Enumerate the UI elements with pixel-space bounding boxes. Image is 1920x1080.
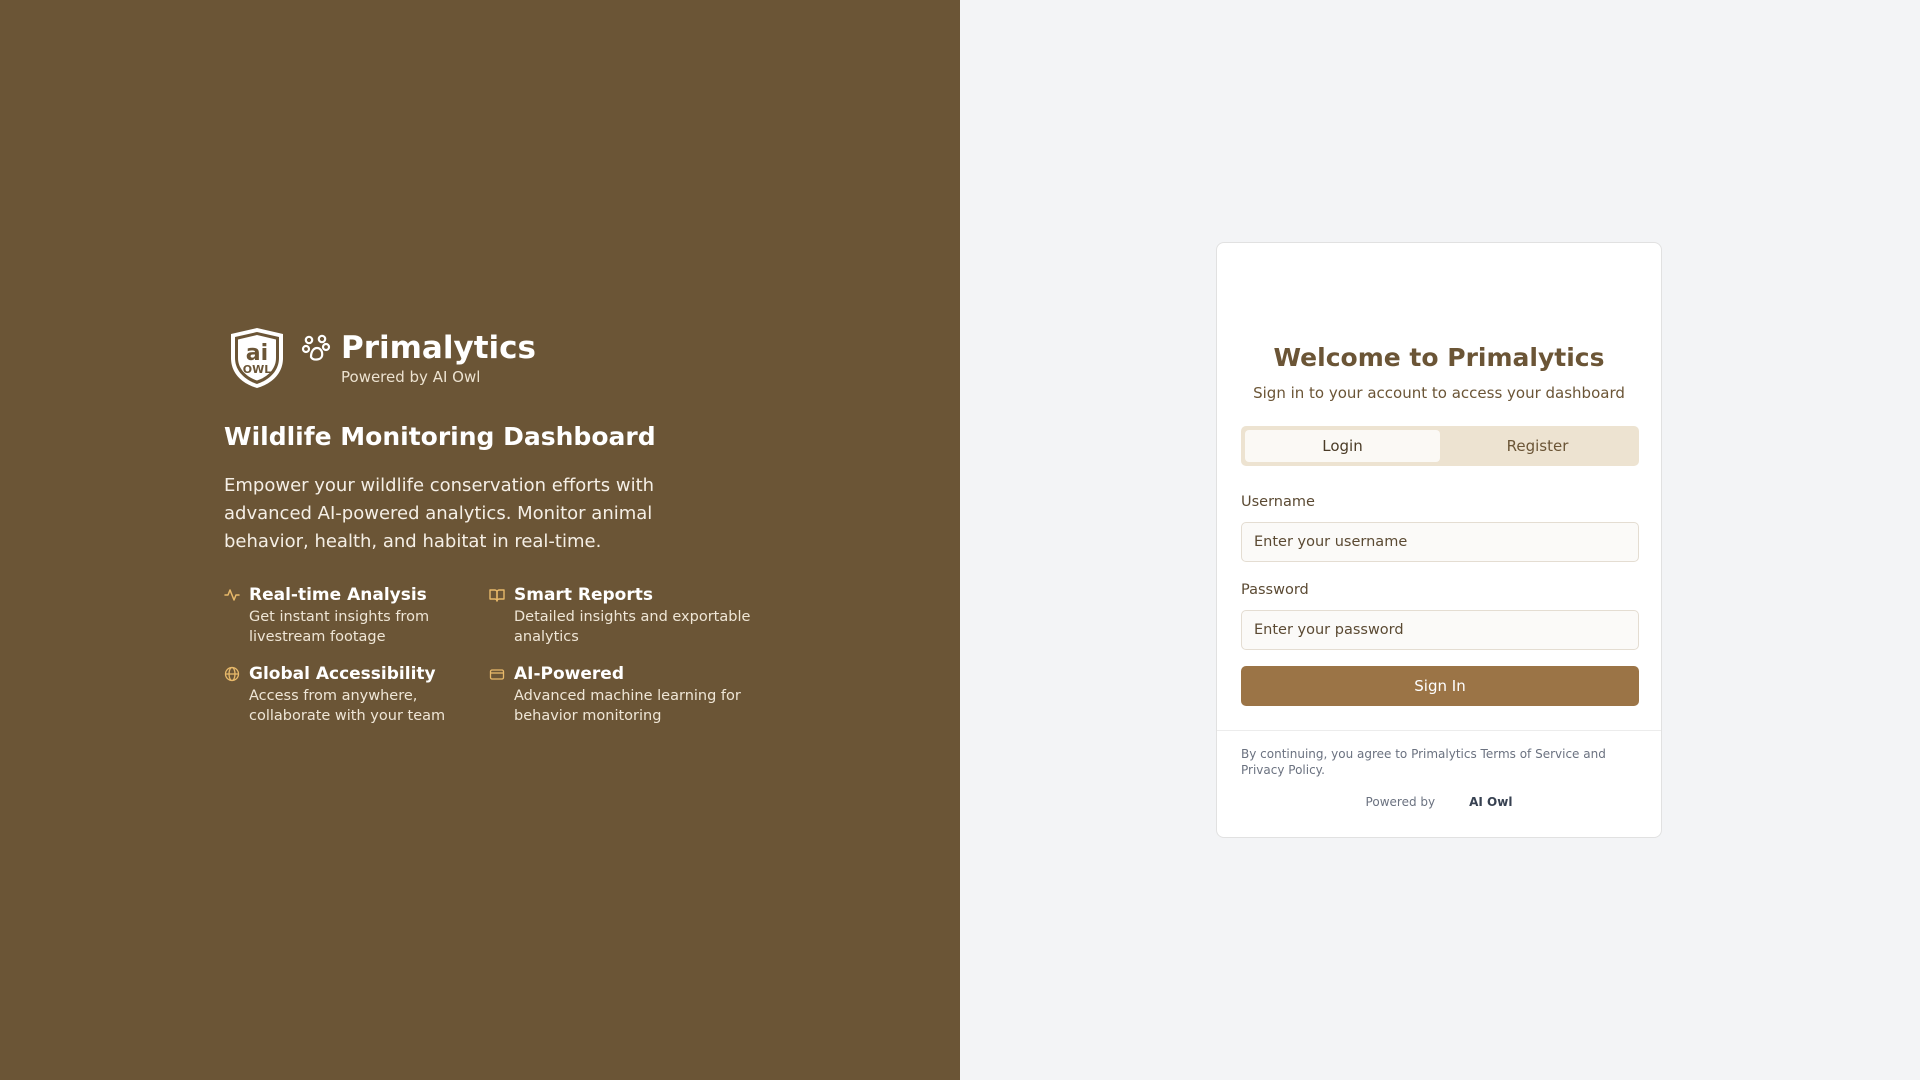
login-panel: Welcome to Primalytics Sign in to your a…	[960, 0, 1920, 1080]
feature-title: Real-time Analysis	[249, 585, 427, 605]
feature-item: Global Accessibility Access from anywher…	[224, 663, 489, 726]
feature-title: Global Accessibility	[249, 664, 436, 684]
card-icon	[489, 669, 505, 680]
feature-description: Detailed insights and exportable analyti…	[514, 609, 751, 645]
feature-item: Real-time Analysis Get instant insights …	[224, 584, 489, 647]
svg-text:OWL: OWL	[243, 363, 272, 376]
brand-header: ai OWL Primalytics Powered by AI Owl	[224, 326, 764, 390]
hero-headline: Wildlife Monitoring Dashboard	[224, 422, 656, 451]
ai-owl-shield-logo: ai OWL	[231, 328, 283, 388]
brand-title-row: Primalytics	[301, 330, 536, 366]
feature-item: Smart Reports Detailed insights and expo…	[489, 584, 754, 647]
username-input[interactable]	[1241, 522, 1639, 562]
auth-tabs: Login Register	[1241, 426, 1639, 466]
password-label: Password	[1241, 582, 1309, 598]
powered-by-brand[interactable]: AI Owl	[1469, 795, 1512, 809]
book-open-icon	[489, 589, 505, 602]
login-card: Welcome to Primalytics Sign in to your a…	[1216, 242, 1662, 838]
tab-register[interactable]: Register	[1440, 430, 1635, 462]
password-input[interactable]	[1241, 610, 1639, 650]
feature-description: Access from anywhere, collaborate with y…	[249, 688, 446, 724]
paw-icon	[301, 334, 331, 361]
powered-by-label: Powered by	[1365, 795, 1436, 809]
feature-title: Smart Reports	[514, 585, 653, 605]
feature-grid: Real-time Analysis Get instant insights …	[224, 584, 764, 726]
hero-description: Empower your wildlife conservation effor…	[224, 475, 655, 552]
brand-content: ai OWL Primalytics Powered by AI Owl Wil…	[224, 326, 764, 726]
feature-description: Advanced machine learning for behavior m…	[514, 688, 741, 724]
brand-panel: ai OWL Primalytics Powered by AI Owl Wil…	[0, 0, 960, 1080]
sign-in-button[interactable]: Sign In	[1241, 666, 1639, 706]
feature-item: AI-Powered Advanced machine learning for…	[489, 663, 754, 726]
login-subtitle: Sign in to your account to access your d…	[1253, 384, 1625, 402]
feature-title: AI-Powered	[514, 664, 624, 684]
globe-icon	[224, 666, 240, 682]
username-label: Username	[1241, 494, 1315, 510]
login-page: ai OWL Primalytics Powered by AI Owl Wil…	[0, 0, 1920, 1080]
card-divider	[1217, 730, 1661, 731]
brand-subtitle: Powered by AI Owl	[341, 368, 481, 386]
activity-icon	[224, 589, 240, 601]
brand-name: Primalytics	[341, 330, 536, 366]
feature-description: Get instant insights from livestream foo…	[249, 609, 430, 645]
tab-login[interactable]: Login	[1245, 430, 1440, 462]
brand-text: Primalytics Powered by AI Owl	[301, 330, 536, 386]
login-title: Welcome to Primalytics	[1273, 343, 1605, 372]
terms-text: By continuing, you agree to Primalytics …	[1241, 747, 1606, 777]
powered-by: Powered by AI Owl	[1217, 795, 1661, 809]
